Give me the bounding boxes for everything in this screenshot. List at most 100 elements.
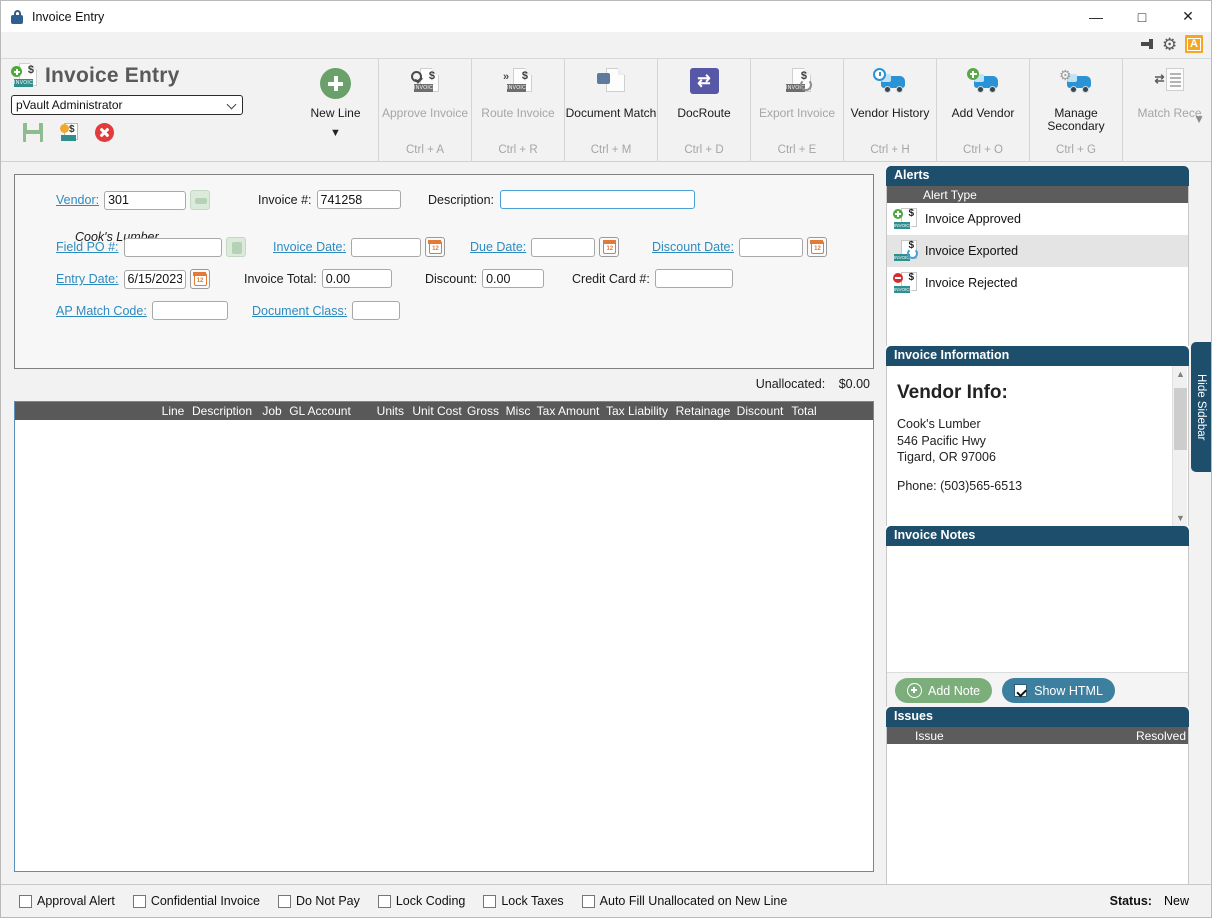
save-icon[interactable]	[23, 122, 43, 142]
checkbox-do-not-pay[interactable]: Do Not Pay	[277, 894, 360, 908]
vendor-history-icon	[873, 68, 907, 94]
ribbon-overflow-icon[interactable]: ▼	[1193, 112, 1205, 126]
ribbon-item-vendor-history[interactable]: Vendor History Ctrl + H	[844, 59, 937, 162]
alert-row[interactable]: $ INVOICE Invoice Rejected	[887, 267, 1188, 299]
checkbox-icon[interactable]	[377, 894, 391, 908]
scroll-up-icon[interactable]: ▲	[1173, 366, 1188, 383]
cancel-icon[interactable]	[95, 122, 114, 142]
issues-list[interactable]	[887, 744, 1188, 884]
checkbox-icon[interactable]	[19, 894, 32, 908]
checkbox-icon[interactable]	[581, 894, 595, 908]
credit-card-input[interactable]	[654, 269, 733, 288]
due-date-input[interactable]	[531, 237, 596, 257]
checkbox-icon[interactable]	[483, 894, 497, 908]
vendor-input[interactable]	[104, 190, 187, 210]
checkbox-lock-taxes[interactable]: Lock Taxes	[483, 894, 564, 908]
column-header[interactable]: Units	[354, 404, 404, 418]
scroll-down-icon[interactable]: ▼	[1173, 510, 1188, 527]
column-header[interactable]: GL Account	[286, 404, 354, 418]
checkbox-confidential-invoice[interactable]: Confidential Invoice	[132, 894, 260, 908]
checkbox-icon[interactable]	[277, 894, 291, 908]
hide-sidebar-label: Hide Sidebar	[1195, 373, 1207, 441]
alert-row[interactable]: $ INVOICE Invoice Approved	[887, 203, 1188, 235]
discount-date-calendar-icon[interactable]: 12	[806, 237, 827, 257]
document-class-label[interactable]: Document Class:	[252, 304, 347, 318]
column-header[interactable]: Discount	[734, 404, 786, 418]
column-header[interactable]: Tax Amount	[534, 404, 602, 418]
vendor-info-name: Cook's Lumber	[897, 417, 981, 431]
invoice-total-input[interactable]	[321, 269, 392, 288]
column-header[interactable]: Misc	[502, 404, 534, 418]
due-date-calendar-icon[interactable]: 12	[599, 237, 620, 257]
invoice-date-label[interactable]: Invoice Date:	[273, 240, 346, 254]
due-date-label[interactable]: Due Date:	[470, 240, 526, 254]
ribbon-item-route-invoice[interactable]: $ » INVOICE Route Invoice Ctrl + R	[472, 59, 565, 162]
app-logo-icon[interactable]: A	[1185, 35, 1203, 53]
entry-date-label[interactable]: Entry Date:	[56, 272, 119, 286]
discount-date-label[interactable]: Discount Date:	[652, 240, 734, 254]
hide-sidebar-tab[interactable]: Hide Sidebar	[1191, 342, 1211, 472]
scrollbar-thumb[interactable]	[1174, 388, 1187, 450]
discount-date-input[interactable]	[738, 237, 803, 257]
field-po-input[interactable]	[123, 237, 222, 257]
ribbon-item-new-line[interactable]: New Line ▼	[293, 59, 379, 162]
column-header[interactable]: Retainage	[672, 404, 734, 418]
show-html-toggle[interactable]: Show HTML	[1002, 678, 1115, 703]
ribbon-item-match-receipt[interactable]: ⇄ Match Rece	[1123, 59, 1212, 162]
close-button[interactable]: ✕	[1165, 1, 1211, 32]
ribbon-left-group: $ INVOICE Invoice Entry pVault Administr…	[11, 63, 291, 142]
vendor-label[interactable]: Vendor:	[56, 193, 99, 207]
pin-icon[interactable]	[1140, 36, 1156, 52]
entry-date-calendar-icon[interactable]: 12	[189, 269, 210, 289]
ribbon-item-document-match[interactable]: Document Match Ctrl + M	[565, 59, 658, 162]
alerts-column-header[interactable]: Alert Type	[887, 186, 1188, 203]
plus-circle-icon	[320, 68, 351, 99]
issues-column-header[interactable]: Issue Resolved	[887, 727, 1188, 744]
description-input[interactable]	[500, 190, 695, 209]
checkbox-auto-fill-unallocated[interactable]: Auto Fill Unallocated on New Line	[581, 894, 787, 908]
add-note-button[interactable]: Add Note	[895, 678, 993, 703]
field-po-lookup-button[interactable]	[225, 237, 246, 257]
column-header[interactable]: Description	[186, 404, 258, 418]
discount-label: Discount:	[425, 271, 478, 286]
credit-card-label: Credit Card #:	[572, 271, 650, 286]
invoice-date-input[interactable]	[350, 237, 421, 257]
chevron-down-icon[interactable]: ▼	[330, 127, 341, 139]
ribbon-item-manage-secondary[interactable]: ⚙ Manage Secondary Ctrl + G	[1030, 59, 1123, 162]
column-header[interactable]: Unit Cost	[410, 404, 464, 418]
checkbox-label: Approval Alert	[37, 894, 115, 908]
save-invoice-icon[interactable]: $	[59, 122, 79, 142]
column-header[interactable]: Job	[258, 404, 286, 418]
invoice-number-input[interactable]	[316, 190, 401, 209]
column-header[interactable]: Line	[160, 404, 186, 418]
ribbon-item-label: Document Match	[565, 106, 657, 120]
ap-match-code-input[interactable]	[151, 301, 228, 320]
column-header[interactable]: Gross	[464, 404, 502, 418]
gear-icon[interactable]: ⚙	[1162, 36, 1179, 53]
maximize-button[interactable]: □	[1119, 1, 1165, 32]
user-select[interactable]: pVault Administrator	[11, 95, 243, 115]
manage-secondary-icon: ⚙	[1059, 67, 1093, 94]
checkbox-approval-alert[interactable]: Approval Alert	[19, 894, 115, 908]
ribbon-item-add-vendor[interactable]: Add Vendor Ctrl + O	[937, 59, 1030, 162]
line-items-grid[interactable]: Line Description Job GL Account Units Un…	[14, 401, 874, 872]
column-header[interactable]: Total	[786, 404, 822, 418]
checkbox-lock-coding[interactable]: Lock Coding	[377, 894, 465, 908]
field-po-label[interactable]: Field PO #:	[56, 240, 119, 254]
column-header[interactable]: Tax Liability	[602, 404, 672, 418]
ribbon-item-docroute[interactable]: ⇄ DocRoute Ctrl + D	[658, 59, 751, 162]
document-class-input[interactable]	[352, 301, 401, 320]
invoice-notes-content[interactable]	[887, 546, 1188, 672]
ap-match-code-label[interactable]: AP Match Code:	[56, 304, 147, 318]
entry-date-input[interactable]	[123, 269, 186, 289]
checkbox-icon[interactable]	[132, 894, 146, 908]
invoice-information-scrollbar[interactable]: ▲ ▼	[1172, 366, 1187, 527]
minimize-button[interactable]: —	[1073, 1, 1119, 32]
invoice-date-calendar-icon[interactable]: 12	[424, 237, 445, 257]
discount-input[interactable]	[482, 269, 545, 288]
route-invoice-icon: $ » INVOICE	[503, 68, 532, 94]
vendor-lookup-button[interactable]	[190, 190, 211, 210]
alert-row[interactable]: $ INVOICE Invoice Exported	[887, 235, 1188, 267]
ribbon-item-approve-invoice[interactable]: $ INVOICE Approve Invoice Ctrl + A	[379, 59, 472, 162]
ribbon-item-export-invoice[interactable]: $ INVOICE Export Invoice Ctrl + E	[751, 59, 844, 162]
